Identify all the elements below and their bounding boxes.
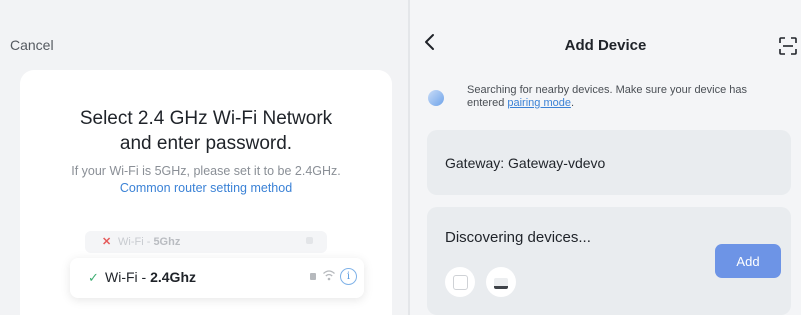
cancel-button[interactable]: Cancel bbox=[10, 37, 54, 53]
device-icon bbox=[445, 267, 475, 297]
pairing-mode-link[interactable]: pairing mode bbox=[507, 97, 571, 109]
cross-icon: ✕ bbox=[102, 236, 112, 248]
wifi-option-5ghz: ✕ Wi-Fi - 5Ghz bbox=[85, 231, 327, 253]
wifi-subtitle: If your Wi-Fi is 5GHz, please set it to … bbox=[71, 164, 341, 178]
device-icon bbox=[486, 267, 516, 297]
wifi-title: Select 2.4 GHz Wi-Fi Network and enter p… bbox=[20, 106, 392, 156]
scan-icon[interactable] bbox=[778, 36, 798, 56]
lock-icon bbox=[310, 273, 316, 280]
page-title: Add Device bbox=[564, 37, 647, 54]
add-device-panel: Add Device Searching for nearby devices.… bbox=[410, 0, 801, 315]
wifi-option-24ghz[interactable]: ✓ Wi-Fi - 2.4Ghz i bbox=[70, 258, 364, 298]
wifi-signal-icon bbox=[323, 270, 335, 281]
lock-icon bbox=[306, 237, 313, 244]
discovering-label: Discovering devices... bbox=[445, 229, 591, 246]
wifi-option-5ghz-label: Wi-Fi - 5Ghz bbox=[118, 236, 181, 248]
router-setting-link[interactable]: Common router setting method bbox=[20, 179, 392, 197]
wifi-select-panel: Cancel Select 2.4 GHz Wi-Fi Network and … bbox=[0, 0, 408, 330]
searching-indicator-icon bbox=[428, 90, 444, 106]
gateway-label: Gateway: Gateway-vdevo bbox=[445, 155, 606, 171]
wifi-title-line1: Select 2.4 GHz Wi-Fi Network bbox=[79, 108, 333, 129]
info-icon[interactable]: i bbox=[340, 268, 357, 285]
checkmark-icon: ✓ bbox=[88, 270, 99, 285]
wifi-title-line2: and enter password. bbox=[119, 133, 293, 154]
add-button[interactable]: Add bbox=[715, 244, 781, 278]
gateway-card[interactable]: Gateway: Gateway-vdevo bbox=[427, 130, 791, 195]
search-hint: Searching for nearby devices. Make sure … bbox=[467, 84, 748, 109]
wifi-option-24ghz-label: Wi-Fi - 2.4Ghz bbox=[105, 269, 196, 285]
discovering-card: Discovering devices... Add bbox=[427, 207, 791, 315]
wifi-card: Select 2.4 GHz Wi-Fi Network and enter p… bbox=[20, 70, 392, 330]
